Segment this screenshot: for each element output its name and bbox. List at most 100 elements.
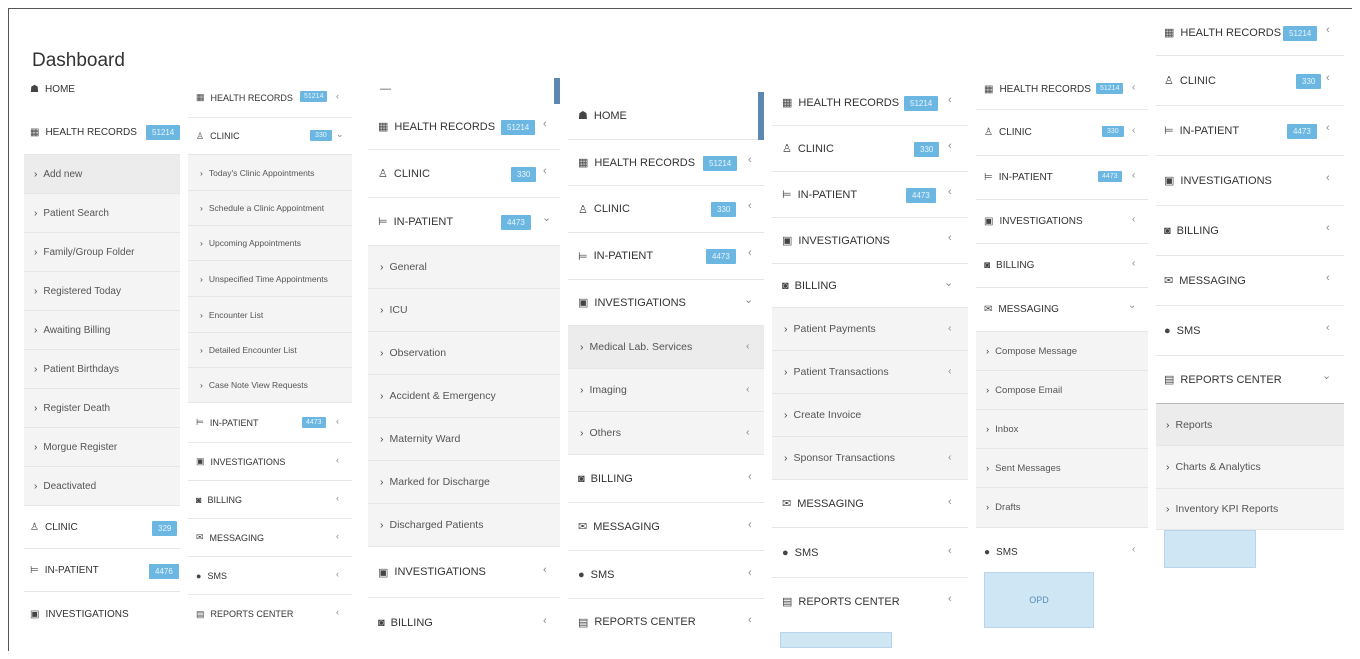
nav-billing[interactable]: ◙ BILLING ‹ (976, 244, 1148, 288)
submenu-item-register-death[interactable]: › Register Death (24, 389, 180, 428)
nav-clinic[interactable]: ♙ CLINIC 330 ‹ (976, 110, 1148, 156)
submenu-item[interactable]: › ICU (368, 289, 560, 332)
nav-clinic[interactable]: ♙ CLINIC 329 (24, 506, 180, 549)
nav-clinic[interactable]: ♙ CLINIC 330 ⌄ (188, 118, 352, 155)
nav-billing[interactable]: ◙ BILLING ‹ (1156, 206, 1344, 256)
submenu-item[interactable]: › General (368, 246, 560, 289)
nav-inpatient[interactable]: ⊨ IN-PATIENT 4473 ‹ (976, 156, 1148, 200)
submenu-item[interactable]: › Reports (1156, 404, 1344, 446)
nav-investigations[interactable]: ▣ INVESTIGATIONS ⌄ (568, 280, 764, 326)
nav-sms[interactable]: ● SMS ‹ (772, 528, 968, 578)
nav-investigations-label: INVESTIGATIONS (798, 234, 890, 247)
submenu-item[interactable]: › Maternity Ward (368, 418, 560, 461)
submenu-item-registered-today[interactable]: › Registered Today (24, 272, 180, 311)
nav-sms[interactable]: ● SMS ‹ (568, 551, 764, 599)
nav-messaging[interactable]: ✉ MESSAGING ‹ (772, 480, 968, 528)
submenu-label: Patient Payments (793, 323, 876, 335)
nav-messaging[interactable]: ✉ MESSAGING ‹ (568, 503, 764, 551)
nav-inpatient[interactable]: ⊨ IN-PATIENT 4473 ‹ (188, 403, 352, 443)
nav-messaging[interactable]: ✉ MESSAGING ‹ (1156, 256, 1344, 306)
nav-clinic-label: CLINIC (1179, 74, 1216, 87)
submenu-item[interactable]: › Drafts (976, 488, 1148, 528)
submenu-item[interactable]: › Encounter List (188, 297, 352, 333)
submenu-item[interactable]: › Compose Message (976, 332, 1148, 371)
nav-investigations[interactable]: ▣ INVESTIGATIONS ‹ (976, 200, 1148, 244)
nav-investigations[interactable]: ▣ INVESTIGATIONS ‹ (1156, 156, 1344, 206)
nav-inpatient[interactable]: ⊨ IN-PATIENT 4473 ‹ (568, 233, 764, 280)
nav-sms[interactable]: ● SMS ‹ (1156, 306, 1344, 356)
submenu-item[interactable]: › Discharged Patients (368, 504, 560, 547)
nav-billing[interactable]: ◙ BILLING ‹ (568, 455, 764, 503)
chevron-left-icon: ‹ (948, 322, 952, 334)
nav-investigations[interactable]: ▣ INVESTIGATIONS (24, 592, 180, 636)
submenu-item[interactable]: › Marked for Discharge (368, 461, 560, 504)
comments-icon: ● (984, 546, 991, 558)
submenu-item-patient-birthdays[interactable]: › Patient Birthdays (24, 350, 180, 389)
submenu-item[interactable]: › Create Invoice (772, 394, 968, 437)
submenu-item[interactable]: › Schedule a Clinic Appointment (188, 191, 352, 226)
submenu-item[interactable]: › Compose Email (976, 371, 1148, 410)
submenu-item-add-new[interactable]: › Add new (24, 155, 180, 194)
nav-billing[interactable]: ◙ BILLING ‹ (188, 481, 352, 519)
nav-inpatient[interactable]: ⊨ IN-PATIENT 4473 ⌄ (368, 198, 560, 246)
submenu-item[interactable]: › Unspecified Time Appointments (188, 261, 352, 297)
nav-clinic-label: CLINIC (210, 131, 240, 141)
nav-health-records[interactable]: ▦ HEALTH RECORDS 51214 ‹ (772, 80, 968, 126)
nav-clinic[interactable]: ♙ CLINIC 330 ‹ (368, 150, 560, 198)
submenu-item[interactable]: › Observation (368, 332, 560, 375)
nav-billing[interactable]: ◙ BILLING ⌄ (772, 264, 968, 308)
nav-investigations[interactable]: ▣ INVESTIGATIONS ‹ (368, 547, 560, 598)
nav-investigations[interactable]: ▣ INVESTIGATIONS ‹ (772, 218, 968, 264)
envelope-icon: ✉ (782, 498, 792, 510)
submenu-item[interactable]: › Sponsor Transactions ‹ (772, 437, 968, 480)
submenu-item-awaiting-billing[interactable]: › Awaiting Billing (24, 311, 180, 350)
nav-clinic[interactable]: ♙ CLINIC 330 ‹ (772, 126, 968, 172)
nav-home[interactable]: ☗ HOME (568, 92, 764, 140)
nav-reports-center[interactable]: ▤ REPORTS CENTER ⌄ (1156, 356, 1344, 404)
nav-home[interactable]: ☗ HOME (24, 68, 180, 111)
nav-health-records[interactable]: ▦ HEALTH RECORDS 51214 ‹ (368, 104, 560, 150)
submenu-item[interactable]: › Case Note View Requests (188, 368, 352, 403)
submenu-item-morgue-register[interactable]: › Morgue Register (24, 428, 180, 467)
nav-billing[interactable]: ◙ BILLING ‹ (368, 598, 560, 648)
submenu-item[interactable]: › Detailed Encounter List (188, 333, 352, 368)
nav-health-records[interactable]: ▦ HEALTH RECORDS 51214 ‹ (188, 78, 352, 118)
nav-clinic[interactable]: ♙ CLINIC 330 ‹ (568, 186, 764, 233)
submenu-item[interactable]: › Upcoming Appointments (188, 226, 352, 261)
nav-messaging[interactable]: ✉ MESSAGING ⌄ (976, 288, 1148, 332)
submenu-item[interactable]: › Imaging ‹ (568, 369, 764, 412)
table-icon: ▦ (30, 127, 40, 138)
submenu-item[interactable]: › Patient Transactions ‹ (772, 351, 968, 394)
submenu-item[interactable]: › Today's Clinic Appointments (188, 155, 352, 191)
nav-clinic[interactable]: ♙ CLINIC 330 ‹ (1156, 56, 1344, 106)
submenu-item[interactable]: › Inbox (976, 410, 1148, 449)
submenu-item-deactivated[interactable]: › Deactivated (24, 467, 180, 506)
opd-tile[interactable]: OPD (984, 572, 1094, 628)
nav-sms[interactable]: ● SMS ‹ (188, 557, 352, 595)
submenu-item[interactable]: › Patient Payments ‹ (772, 308, 968, 351)
nav-health-records[interactable]: ▦ HEALTH RECORDS 51214 ‹ (976, 70, 1148, 110)
submenu-item[interactable]: › Accident & Emergency (368, 375, 560, 418)
nav-health-records[interactable]: ▦ HEALTH RECORDS 51214 ‹ (1156, 10, 1344, 56)
nav-investigations[interactable]: ▣ INVESTIGATIONS ‹ (188, 443, 352, 481)
nav-messaging[interactable]: ✉ MESSAGING ‹ (188, 519, 352, 557)
chevron-left-icon: ‹ (748, 247, 752, 259)
submenu-item[interactable]: › Charts & Analytics (1156, 446, 1344, 489)
submenu-item-patient-search[interactable]: › Patient Search (24, 194, 180, 233)
submenu-label: Unspecified Time Appointments (208, 273, 328, 284)
nav-inpatient[interactable]: ⊨ IN-PATIENT 4473 ‹ (772, 172, 968, 218)
nav-health-records[interactable]: ▦ HEALTH RECORDS 51214 (24, 111, 181, 155)
submenu-item-family-folder[interactable]: › Family/Group Folder (24, 233, 180, 272)
submenu-item[interactable]: › Inventory KPI Reports (1156, 489, 1344, 530)
nav-reports-center[interactable]: ▤ REPORTS CENTER ‹ (568, 599, 764, 645)
submenu-item[interactable]: › Sent Messages (976, 449, 1148, 488)
submenu-item[interactable]: › Others ‹ (568, 412, 764, 455)
nav-inpatient[interactable]: ⊨ IN-PATIENT 4473 ‹ (1156, 106, 1344, 156)
bed-icon: ⊨ (196, 417, 204, 427)
submenu-item[interactable]: › Medical Lab. Services ‹ (568, 326, 764, 369)
nav-reports-center[interactable]: ▤ REPORTS CENTER ‹ (188, 595, 352, 633)
nav-sms[interactable]: ● SMS ‹ (976, 528, 1148, 576)
nav-reports-center[interactable]: ▤ REPORTS CENTER ‹ (772, 578, 968, 625)
nav-health-records[interactable]: ▦ HEALTH RECORDS 51214 ‹ (568, 140, 764, 186)
nav-inpatient[interactable]: ⊨ IN-PATIENT 4476 (24, 549, 180, 592)
